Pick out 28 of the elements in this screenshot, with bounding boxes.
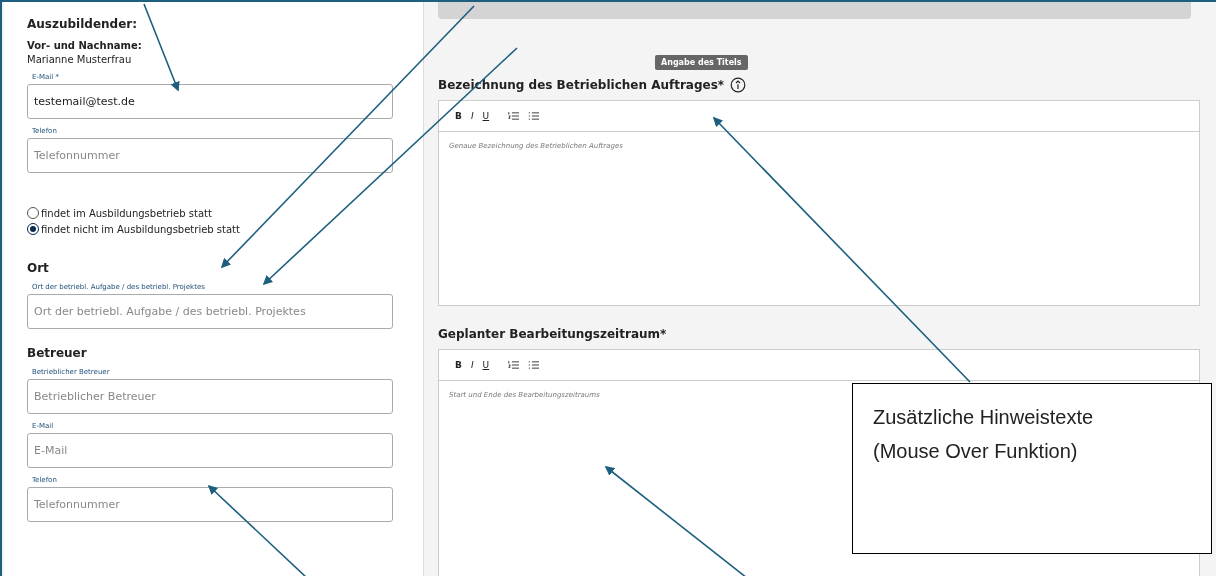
format-button[interactable]: U	[482, 111, 490, 121]
format-button[interactable]: B	[455, 111, 462, 121]
input-field[interactable]: E-Mail	[27, 433, 393, 468]
tooltip: Angabe des Titels	[655, 55, 748, 70]
radio-label: findet nicht im Ausbildungsbetrieb statt	[41, 223, 240, 235]
input-field[interactable]: Ort der betriebl. Aufgabe / des betriebl. Projektes	[27, 294, 393, 329]
radio-label: findet im Ausbildungsbetrieb statt	[41, 207, 212, 219]
info-icon[interactable]	[730, 77, 747, 93]
section-heading: Ort	[27, 261, 50, 275]
name-label: Vor- und Nachname:	[27, 40, 143, 51]
numbered-list-icon[interactable]	[508, 111, 520, 121]
editor-label: Geplanter Bearbeitungszeitraum*	[438, 327, 667, 341]
numbered-list-icon[interactable]	[508, 360, 520, 370]
format-button[interactable]: I	[470, 111, 474, 121]
input-field[interactable]: Betrieblicher Betreuer	[27, 379, 393, 414]
format-button[interactable]: U	[482, 360, 490, 370]
input-field[interactable]: testemail@test.de	[27, 84, 393, 119]
callout-text: (Mouse Over Funktion)	[873, 439, 1079, 464]
input-field[interactable]: Telefonnummer	[27, 138, 393, 173]
callout-text: Zusätzliche Hinweistexte	[873, 405, 1095, 430]
format-button[interactable]: B	[455, 360, 462, 370]
section-heading: Auszubildender:	[27, 17, 139, 31]
bullet-list-icon[interactable]	[528, 360, 540, 370]
section-heading: Betreuer	[27, 346, 88, 360]
student-name: Marianne Musterfrau	[27, 54, 133, 65]
bullet-list-icon[interactable]	[528, 111, 540, 121]
input-field[interactable]: Telefonnummer	[27, 487, 393, 522]
format-button[interactable]: I	[470, 360, 474, 370]
